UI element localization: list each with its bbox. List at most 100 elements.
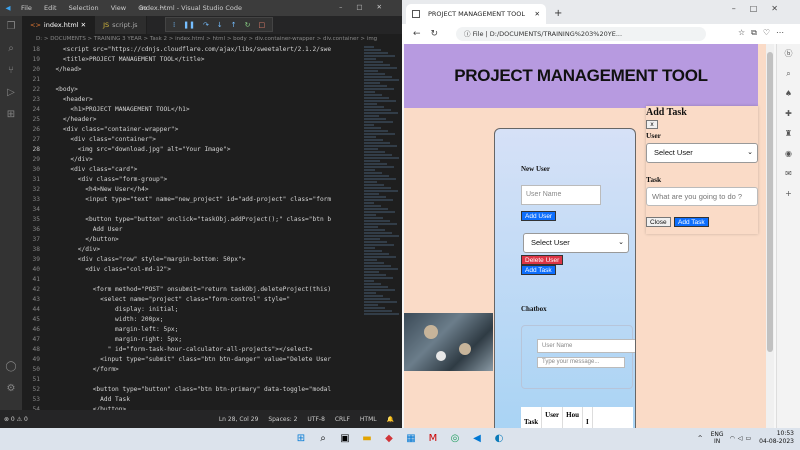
code-line[interactable]: 36 Add User bbox=[22, 225, 362, 235]
language-mode[interactable]: HTML bbox=[360, 416, 377, 423]
modal-select-user[interactable]: Select User ⌄ bbox=[646, 143, 758, 163]
browser-tab[interactable]: PROJECT MANAGEMENT TOOL ✕ bbox=[406, 4, 546, 24]
new-tab-icon[interactable]: + bbox=[554, 4, 562, 24]
code-line[interactable]: 21 bbox=[22, 75, 362, 85]
code-line[interactable]: 46 margin-left: 5px; bbox=[22, 325, 362, 335]
code-line[interactable]: 32 <h4>New User</h4> bbox=[22, 185, 362, 195]
code-line[interactable]: 26 <div class="container-wrapper"> bbox=[22, 125, 362, 135]
indentation[interactable]: Spaces: 2 bbox=[268, 416, 297, 423]
code-line[interactable]: 53 Add Task bbox=[22, 395, 362, 405]
code-line[interactable]: 42 <form method="POST" onsubmit="return … bbox=[22, 285, 362, 295]
modal-close-x-button[interactable]: x bbox=[646, 120, 658, 129]
tab-index-html[interactable]: <> index.html ✕ bbox=[22, 16, 96, 34]
notifications-bell-icon[interactable]: 🔔 bbox=[387, 416, 394, 423]
games-icon[interactable]: ♜ bbox=[777, 124, 800, 144]
drag-handle-icon[interactable]: ⁞ bbox=[173, 21, 175, 29]
code-line[interactable]: 23 <header> bbox=[22, 95, 362, 105]
code-line[interactable]: 31 <div class="form-group"> bbox=[22, 175, 362, 185]
code-line[interactable]: 52 <button type="button" class="btn btn-… bbox=[22, 385, 362, 395]
page-scrollbar[interactable] bbox=[766, 44, 774, 428]
code-line[interactable]: 39 <div class="row" style="margin-bottom… bbox=[22, 255, 362, 265]
bing-icon[interactable]: ⓑ bbox=[777, 44, 800, 64]
run-debug-icon[interactable]: ▷ bbox=[0, 82, 22, 104]
tools-icon[interactable]: ✚ bbox=[777, 104, 800, 124]
task-view-icon[interactable]: ▣ bbox=[337, 431, 353, 447]
search-icon[interactable]: ⌕ bbox=[315, 431, 331, 447]
wifi-icon[interactable]: ◠ bbox=[730, 435, 735, 442]
pause-icon[interactable]: ❚❚ bbox=[183, 21, 195, 29]
edge-icon[interactable]: ◐ bbox=[491, 431, 507, 447]
step-into-icon[interactable]: ↓ bbox=[217, 21, 223, 29]
store-icon[interactable]: ▦ bbox=[403, 431, 419, 447]
address-bar[interactable]: ⓘ File | D:/DOCUMENTS/TRAINING%203%20YE.… bbox=[456, 27, 706, 41]
chat-user-name-input[interactable]: User Name bbox=[537, 339, 635, 353]
search-icon[interactable]: ⌕ bbox=[0, 38, 22, 60]
reload-icon[interactable]: ↻ bbox=[431, 29, 439, 39]
code-line[interactable]: 41 bbox=[22, 275, 362, 285]
menu-selection[interactable]: Selection bbox=[69, 4, 99, 12]
code-line[interactable]: 40 <div class="col-md-12"> bbox=[22, 265, 362, 275]
settings-gear-icon[interactable]: ⚙ bbox=[0, 378, 22, 400]
code-line[interactable]: 35 <button type="button" onclick="taskOb… bbox=[22, 215, 362, 225]
account-icon[interactable]: ◯ bbox=[0, 356, 22, 378]
code-line[interactable]: 34 bbox=[22, 205, 362, 215]
code-line[interactable]: 24 <h1>PROJECT MANAGEMENT TOOL</h1> bbox=[22, 105, 362, 115]
code-line[interactable]: 38 </div> bbox=[22, 245, 362, 255]
outlook-icon[interactable]: ✉ bbox=[777, 164, 800, 184]
delete-user-button[interactable]: Delete User bbox=[521, 255, 564, 265]
explorer-icon[interactable]: ❐ bbox=[0, 16, 22, 38]
code-line[interactable]: 47 margin-right: 5px; bbox=[22, 335, 362, 345]
menu-edit[interactable]: Edit bbox=[44, 4, 57, 12]
battery-icon[interactable]: ▭ bbox=[745, 435, 751, 442]
encoding[interactable]: UTF-8 bbox=[307, 416, 325, 423]
code-line[interactable]: 29 </div> bbox=[22, 155, 362, 165]
extensions-icon[interactable]: ⊞ bbox=[0, 104, 22, 126]
code-line[interactable]: 19 <title>PROJECT MANAGEMENT TOOL</title… bbox=[22, 55, 362, 65]
source-control-icon[interactable]: ⑂ bbox=[0, 60, 22, 82]
task-input[interactable]: What are you going to do ? bbox=[646, 187, 758, 206]
app-icon[interactable]: ◆ bbox=[381, 431, 397, 447]
close-icon[interactable]: ✕ bbox=[535, 4, 540, 24]
menu-file[interactable]: File bbox=[21, 4, 32, 12]
code-line[interactable]: 51 bbox=[22, 375, 362, 385]
line-ending[interactable]: CRLF bbox=[335, 416, 350, 423]
add-task-button[interactable]: Add Task bbox=[521, 265, 556, 275]
breadcrumb[interactable]: D: > DOCUMENTS > TRAINING 3 YEAR > Task … bbox=[22, 34, 402, 45]
step-over-icon[interactable]: ↷ bbox=[203, 21, 209, 29]
vscode-icon[interactable]: ◀ bbox=[469, 431, 485, 447]
code-line[interactable]: 33 <input type="text" name="new_project"… bbox=[22, 195, 362, 205]
scrollbar-thumb[interactable] bbox=[767, 52, 773, 352]
cursor-position[interactable]: Ln 28, Col 29 bbox=[219, 416, 259, 423]
back-icon[interactable]: ← bbox=[413, 29, 421, 39]
code-line[interactable]: 28 <img src="download.jpg" alt="Your Ima… bbox=[22, 145, 362, 155]
code-line[interactable]: 27 <div class="container"> bbox=[22, 135, 362, 145]
tab-script-js[interactable]: JS script.js bbox=[95, 16, 147, 34]
file-explorer-icon[interactable]: ▬ bbox=[359, 431, 375, 447]
language-indicator[interactable]: ENG IN bbox=[711, 431, 724, 445]
code-line[interactable]: 18 <script src="https://cdnjs.cloudflare… bbox=[22, 45, 362, 55]
shopping-icon[interactable]: ♠ bbox=[777, 84, 800, 104]
code-line[interactable]: 37 </button> bbox=[22, 235, 362, 245]
problems-status[interactable]: ⊗ 0 ⚠ 0 bbox=[0, 416, 28, 423]
windows-start-icon[interactable]: ⊞ bbox=[293, 431, 309, 447]
chevron-up-icon[interactable]: ^ bbox=[698, 435, 703, 442]
code-line[interactable]: 50 </form> bbox=[22, 365, 362, 375]
window-controls[interactable]: –□✕ bbox=[339, 3, 396, 11]
code-line[interactable]: 43 <select name="project" class="form-co… bbox=[22, 295, 362, 305]
code-line[interactable]: 44 display: initial; bbox=[22, 305, 362, 315]
select-user-dropdown[interactable]: Select User ⌄ bbox=[523, 233, 629, 253]
add-user-button[interactable]: Add User bbox=[521, 211, 557, 221]
code-line[interactable]: 45 width: 200px; bbox=[22, 315, 362, 325]
close-icon[interactable]: ✕ bbox=[81, 21, 86, 29]
menu-view[interactable]: View bbox=[111, 4, 126, 12]
step-out-icon[interactable]: ↑ bbox=[231, 21, 237, 29]
code-line[interactable]: 20 </head> bbox=[22, 65, 362, 75]
window-controls[interactable]: –□✕ bbox=[732, 4, 792, 13]
toolbar-icons[interactable]: ☆⧉♡⋯ bbox=[738, 28, 790, 38]
mcafee-icon[interactable]: M bbox=[425, 431, 441, 447]
user-name-input[interactable]: User Name bbox=[521, 185, 601, 205]
code-line[interactable]: 30 <div class="card"> bbox=[22, 165, 362, 175]
code-line[interactable]: 22 <body> bbox=[22, 85, 362, 95]
restart-icon[interactable]: ↻ bbox=[245, 21, 251, 29]
stop-icon[interactable]: □ bbox=[258, 21, 265, 29]
